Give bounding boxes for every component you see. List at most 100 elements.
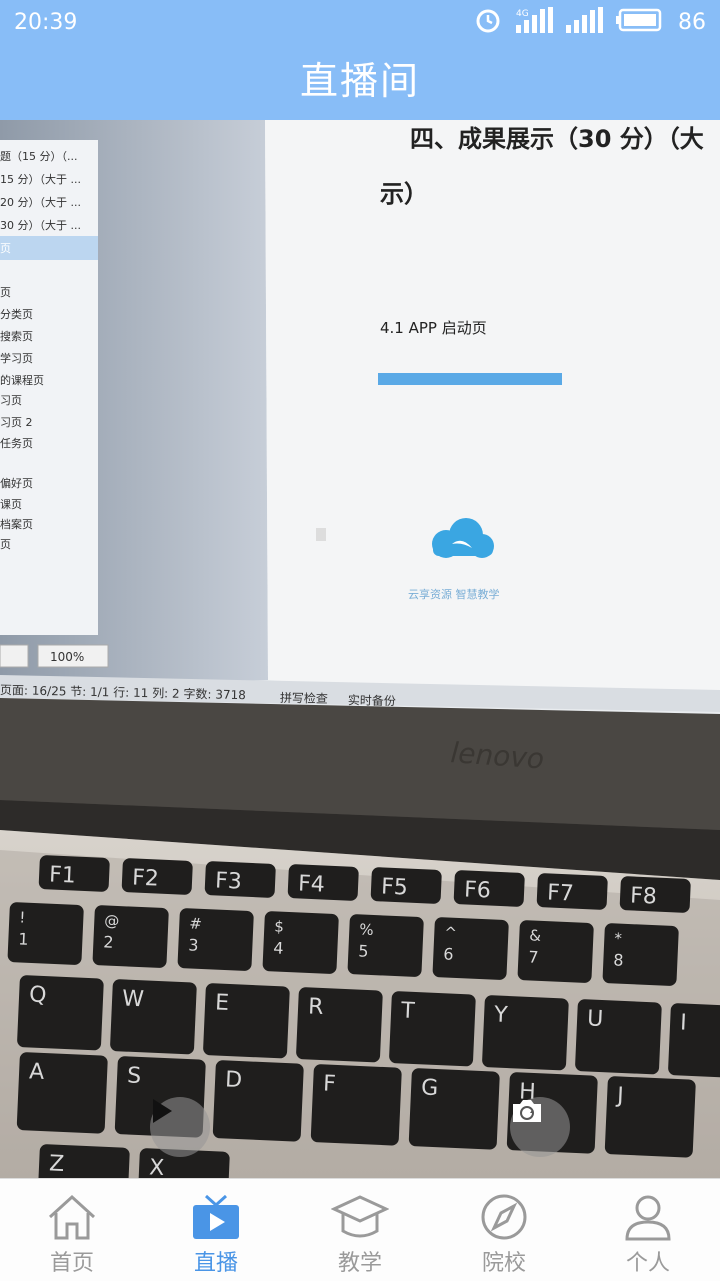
key-label: %	[359, 920, 374, 939]
key-label: 6	[443, 944, 454, 963]
nav-item[interactable]: 30 分）（大于 ...	[0, 218, 81, 232]
nav-item[interactable]: 20 分）（大于 ...	[0, 195, 81, 209]
key-label: F7	[547, 880, 575, 906]
key-label: F5	[381, 874, 409, 900]
play-button[interactable]	[150, 1097, 210, 1157]
zoom-value: 100%	[50, 650, 84, 664]
nav-item[interactable]: 习页 2	[0, 416, 33, 429]
key-label: Y	[493, 1002, 509, 1028]
svg-text:4G: 4G	[516, 9, 529, 19]
key-label: F2	[132, 865, 160, 891]
nav-list	[0, 140, 98, 635]
key-label: 7	[528, 947, 539, 966]
doc-icon	[316, 528, 326, 541]
key-label: X	[149, 1155, 165, 1178]
key-label: 4	[273, 938, 284, 957]
key-label: #	[189, 914, 202, 933]
key-label: U	[587, 1006, 604, 1032]
tab-home-label: 首页	[49, 1251, 94, 1276]
key-label: F	[323, 1071, 337, 1097]
alarm-icon	[474, 6, 502, 38]
function-key: F3	[204, 861, 276, 898]
number-key: %5	[347, 914, 424, 977]
document-page	[265, 120, 720, 712]
key-label: ^	[444, 923, 457, 942]
top-bar: 20:39 4G 86 直播间	[0, 0, 720, 120]
key-label: 2	[103, 932, 114, 951]
letter-key: J	[604, 1076, 696, 1158]
key-label: T	[400, 998, 416, 1024]
key-label: !	[19, 908, 26, 926]
play-icon	[153, 1099, 172, 1123]
key-label: Z	[49, 1151, 65, 1177]
signal-icon	[566, 7, 604, 37]
number-key: *8	[602, 923, 679, 986]
letter-key: D	[212, 1060, 304, 1142]
nav-item[interactable]: 的课程页	[0, 373, 44, 387]
nav-item[interactable]: 页	[0, 538, 11, 551]
nav-item[interactable]: 页	[0, 242, 11, 255]
page-title: 直播间	[299, 59, 420, 103]
letter-key: Q	[17, 975, 104, 1051]
nav-item[interactable]: 习页	[0, 394, 22, 407]
letter-key: Z	[37, 1144, 130, 1178]
key-label: E	[215, 990, 230, 1016]
nav-item[interactable]: 搜索页	[0, 329, 33, 343]
nav-item[interactable]: 题（15 分）（...	[0, 150, 77, 163]
nav-item[interactable]: 任务页	[0, 437, 33, 450]
switch-camera-icon	[513, 1100, 541, 1122]
key-label: G	[421, 1075, 439, 1101]
tab-teaching[interactable]: 教学	[288, 1179, 432, 1281]
person-icon	[625, 1195, 671, 1241]
nav-item[interactable]: 页	[0, 286, 11, 299]
laptop-brand-logo: lenovo	[450, 736, 546, 775]
letter-key: T	[389, 991, 476, 1067]
battery-percent: 86	[678, 9, 706, 35]
splash-status-bar	[378, 373, 562, 385]
letter-key: A	[16, 1052, 108, 1134]
number-key: !1	[7, 902, 84, 965]
live-video-view: 题（15 分）（... 15 分）（大于 ... 20 分）（大于 ... 30…	[0, 120, 720, 1178]
key-label: F4	[298, 871, 326, 897]
letter-key: U	[575, 999, 662, 1075]
graduation-cap-icon	[331, 1195, 389, 1238]
tv-icon	[193, 1194, 239, 1239]
splash-caption: 云享资源 智慧教学	[408, 587, 500, 601]
spellcheck-toggle[interactable]: 拼写检查	[280, 690, 328, 706]
nav-item[interactable]: 学习页	[0, 351, 33, 365]
letter-key: Y	[482, 995, 569, 1071]
function-key: F7	[536, 873, 608, 910]
nav-item[interactable]: 课页	[0, 498, 22, 511]
letter-key: R	[296, 987, 383, 1063]
key-label: Q	[29, 982, 47, 1008]
tab-schools[interactable]: 院校	[432, 1179, 576, 1281]
status-time: 20:39	[14, 10, 78, 35]
nav-item[interactable]: 15 分）（大于 ...	[0, 172, 81, 186]
key-label: W	[122, 986, 145, 1012]
doc-section-title: 4.1 APP 启动页	[380, 319, 487, 337]
tab-home[interactable]: 首页	[0, 1179, 144, 1281]
function-key: F2	[121, 858, 193, 895]
key-label: 5	[358, 941, 369, 960]
signal-4g-icon: 4G	[514, 7, 554, 37]
letter-key: F	[310, 1064, 402, 1146]
function-key: F4	[287, 864, 359, 901]
switch-camera-button[interactable]	[510, 1097, 570, 1157]
key-label: 1	[18, 929, 29, 948]
tab-live-label: 直播	[193, 1251, 238, 1276]
nav-item[interactable]: 档案页	[0, 517, 33, 531]
tab-teaching-label: 教学	[337, 1251, 382, 1276]
tab-live[interactable]: 直播	[144, 1179, 288, 1281]
nav-item[interactable]: 分类页	[0, 307, 33, 321]
function-key: F1	[38, 855, 110, 892]
tab-profile[interactable]: 个人	[576, 1179, 720, 1281]
number-key: @2	[92, 905, 169, 968]
key-label: $	[274, 917, 284, 935]
key-label: D	[225, 1067, 243, 1093]
number-key: &7	[517, 920, 594, 983]
number-key: ^6	[432, 917, 509, 980]
number-key: $4	[262, 911, 339, 974]
key-label: F1	[49, 862, 77, 888]
letter-key: I	[668, 1003, 720, 1079]
nav-item[interactable]: 偏好页	[0, 476, 33, 490]
